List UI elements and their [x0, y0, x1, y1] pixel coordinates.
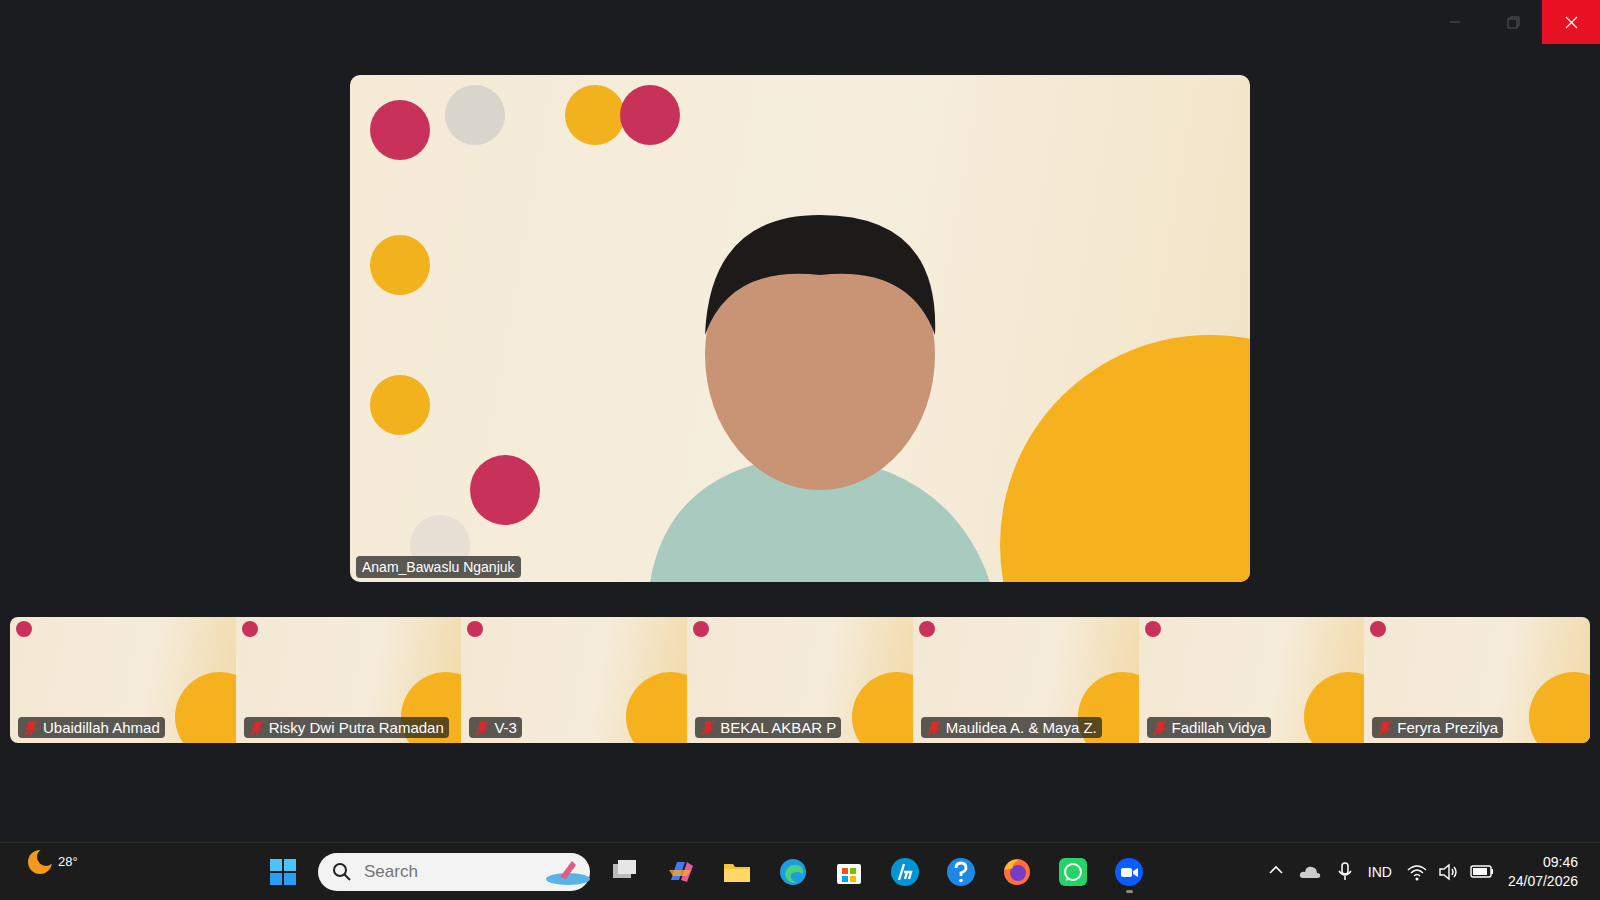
title-bar [0, 0, 1600, 56]
date: 24/07/2026 [1508, 872, 1578, 891]
whatsapp-icon [1057, 856, 1089, 888]
temperature: 28° [58, 854, 78, 869]
chevron-up-icon [1268, 863, 1284, 877]
taskview-icon [609, 856, 641, 888]
participant-name: V-3 [494, 719, 517, 736]
participant-tile[interactable]: Risky Dwi Putra Ramadan [236, 617, 462, 743]
close-button[interactable] [1542, 0, 1600, 44]
flamingo-icon [542, 857, 594, 887]
system-tray: IND 09:4624/07/2026 [1268, 853, 1600, 891]
zoom-icon [1113, 856, 1145, 888]
search-input[interactable] [362, 861, 532, 883]
muted-mic-icon [1152, 720, 1168, 736]
participant-name: Anam_Bawaslu Nganjuk [362, 559, 515, 575]
explorer-icon [721, 856, 753, 888]
participant-tile[interactable]: Feryra Prezilya [1364, 617, 1590, 743]
taskbar-app[interactable] [940, 849, 982, 895]
participant-tile[interactable]: Ubaidillah Ahmad [10, 617, 236, 743]
show-hidden-icons-button[interactable] [1268, 863, 1284, 881]
participant-name: Ubaidillah Ahmad [43, 719, 160, 736]
taskbar: 28° IND 09:4624/07/2026 [0, 842, 1600, 900]
taskbar-apps [262, 849, 1150, 895]
search-box[interactable] [318, 853, 590, 891]
name-label: V-3 [469, 717, 522, 738]
hp-icon [889, 856, 921, 888]
muted-mic-icon [249, 720, 265, 736]
quick-settings[interactable] [1406, 862, 1494, 882]
taskbar-app[interactable] [604, 849, 646, 895]
taskbar-app[interactable] [1108, 849, 1150, 895]
minimize-icon [1448, 16, 1462, 28]
name-label: Fadillah Vidya [1147, 717, 1271, 738]
start-button[interactable] [262, 849, 304, 895]
taskbar-app[interactable] [772, 849, 814, 895]
help-icon [945, 856, 977, 888]
store-icon [833, 856, 865, 888]
speaker-figure [610, 165, 1030, 582]
firefox-icon [1001, 856, 1033, 888]
participant-name: Maulidea A. & Maya Z. [946, 719, 1097, 736]
taskbar-app[interactable] [828, 849, 870, 895]
taskbar-app[interactable] [716, 849, 758, 895]
close-icon [1564, 15, 1579, 30]
muted-mic-icon [926, 720, 942, 736]
participant-tile[interactable]: V-3 [461, 617, 687, 743]
muted-mic-icon [23, 720, 39, 736]
onedrive-cloud-icon [1298, 862, 1322, 882]
name-label: Anam_Bawaslu Nganjuk [356, 556, 521, 578]
weather-moon-icon [26, 848, 54, 876]
weather-widget[interactable]: 28° [0, 858, 262, 886]
muted-mic-icon [1377, 720, 1393, 736]
participant-tile[interactable]: Fadillah Vidya [1139, 617, 1365, 743]
muted-mic-icon [474, 720, 490, 736]
name-label: Maulidea A. & Maya Z. [921, 717, 1102, 738]
microphone-icon [1336, 862, 1354, 882]
edge-icon [777, 856, 809, 888]
participant-name: Fadillah Vidya [1172, 719, 1266, 736]
volume-icon [1438, 862, 1460, 882]
search-icon [332, 862, 352, 882]
windows-icon [268, 857, 298, 887]
running-indicator [1126, 890, 1133, 893]
wifi-icon [1406, 862, 1428, 882]
gallery-strip: Ubaidillah Ahmad Risky Dwi Putra Ramadan V… [0, 617, 1600, 743]
battery-icon [1470, 862, 1494, 882]
name-label: Ubaidillah Ahmad [18, 717, 165, 738]
participant-name: Risky Dwi Putra Ramadan [269, 719, 444, 736]
name-label: Feryra Prezilya [1372, 717, 1503, 738]
time: 09:46 [1508, 853, 1578, 872]
copilot-icon [665, 856, 697, 888]
restore-button[interactable] [1484, 0, 1542, 44]
name-label: Risky Dwi Putra Ramadan [244, 717, 449, 738]
speaker-video: Anam_Bawaslu Nganjuk [350, 75, 1250, 582]
restore-icon [1506, 15, 1521, 30]
participant-tile[interactable]: Maulidea A. & Maya Z. [913, 617, 1139, 743]
clock[interactable]: 09:4624/07/2026 [1508, 853, 1578, 891]
taskbar-app[interactable] [996, 849, 1038, 895]
participant-name: BEKAL AKBAR P [720, 719, 836, 736]
participant-name: Feryra Prezilya [1397, 719, 1498, 736]
taskbar-app[interactable] [660, 849, 702, 895]
minimize-button[interactable] [1426, 0, 1484, 44]
taskbar-app[interactable] [884, 849, 926, 895]
participant-tile[interactable]: BEKAL AKBAR P [687, 617, 913, 743]
taskbar-app[interactable] [1052, 849, 1094, 895]
input-language[interactable]: IND [1368, 864, 1392, 880]
muted-mic-icon [700, 720, 716, 736]
name-label: BEKAL AKBAR P [695, 717, 841, 738]
speaker-area: Anam_Bawaslu Nganjuk [0, 56, 1600, 582]
